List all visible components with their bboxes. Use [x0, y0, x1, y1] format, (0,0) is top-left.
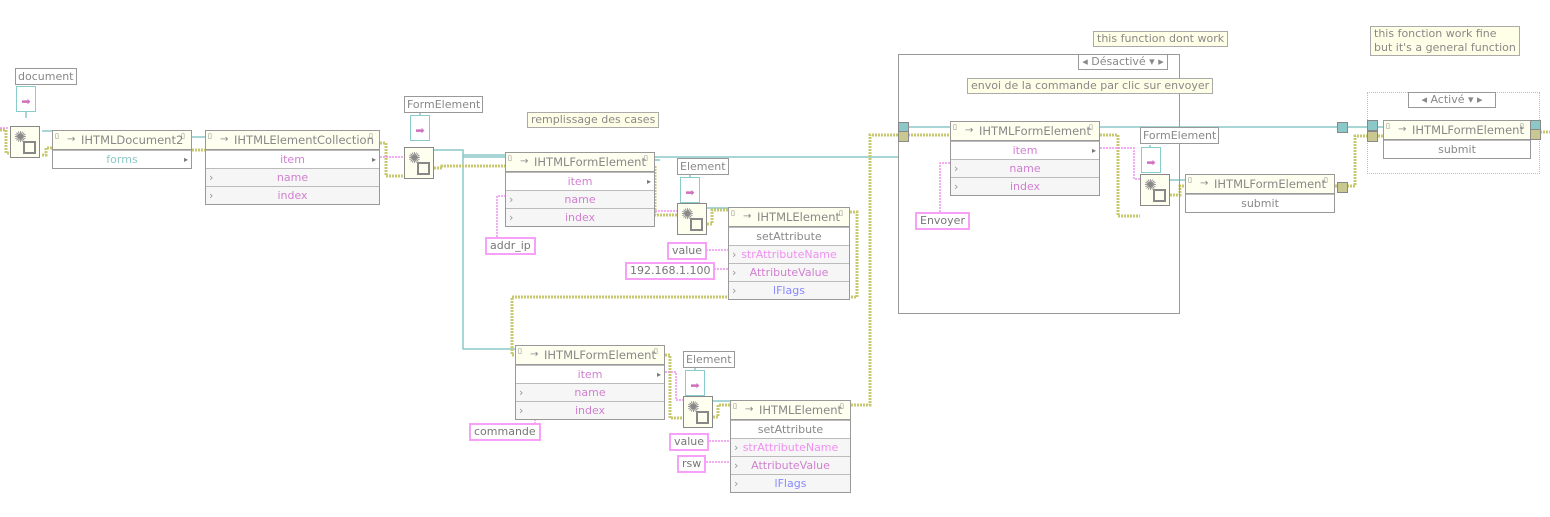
class-name-text: IHTMLFormElement: [534, 155, 646, 169]
property-item[interactable]: item: [516, 365, 664, 383]
string-constant-ip[interactable]: 192.168.1.100: [625, 262, 716, 280]
node-class-name: IHTMLFormElement▯▯: [506, 153, 654, 172]
class-refnum-icon[interactable]: ➡: [16, 86, 36, 112]
terminal-icon: ▯: [840, 402, 844, 410]
class-refnum-icon[interactable]: ➡: [680, 177, 700, 203]
comment-line: but it's a general function: [1374, 41, 1516, 54]
case-selector-disabled[interactable]: ◂ Désactivé ▾ ▸: [1078, 54, 1168, 70]
class-label-document: document: [15, 68, 77, 85]
class-label-element: Element: [677, 158, 729, 175]
terminal-icon: ▯: [644, 154, 648, 162]
class-label-element: Element: [683, 351, 735, 368]
terminal-icon: ▯: [518, 347, 522, 355]
class-name-text: IHTMLElement: [759, 403, 843, 417]
property-strAttributeName[interactable]: strAttributeName: [729, 245, 849, 263]
terminal-icon: ▯: [731, 209, 735, 217]
property-lFlags[interactable]: lFlags: [729, 281, 849, 299]
comment-line: this fonction work fine: [1374, 27, 1497, 40]
property-strAttributeName[interactable]: strAttributeName: [731, 438, 850, 456]
tunnel: [1337, 182, 1348, 193]
node-class-name: IHTMLElement▯▯: [729, 208, 849, 227]
property-name[interactable]: name: [206, 168, 379, 186]
node-class-name: IHTMLElement▯▯: [731, 401, 850, 420]
class-box-icon: [690, 218, 703, 231]
tunnel: [898, 131, 909, 142]
class-refnum-icon[interactable]: ➡: [685, 370, 705, 396]
property-index[interactable]: index: [206, 186, 379, 204]
terminal-icon: ▯: [1324, 176, 1328, 184]
terminal-icon: ▯: [839, 209, 843, 217]
string-constant-value[interactable]: value: [669, 433, 710, 451]
property-AttributeValue[interactable]: AttributeValue: [729, 263, 849, 281]
property-index[interactable]: index: [506, 208, 654, 226]
property-item[interactable]: item: [506, 172, 654, 190]
class-box-icon: [417, 162, 430, 175]
comment-work-fine: this fonction work fine but it's a genera…: [1370, 26, 1520, 56]
class-name-text: IHTMLFormElement: [544, 348, 656, 362]
property-name[interactable]: name: [516, 383, 664, 401]
tunnel: [1337, 122, 1348, 133]
comment-fill: remplissage des cases: [527, 112, 660, 128]
to-more-specific-class-node[interactable]: ✺: [683, 396, 713, 428]
property-lFlags[interactable]: lFlags: [731, 474, 850, 492]
property-node-form2[interactable]: IHTMLFormElement▯▯itemnameindex: [515, 345, 665, 420]
property-index[interactable]: index: [516, 401, 664, 419]
class-box-icon: [696, 411, 709, 424]
terminal-icon: ▯: [733, 402, 737, 410]
to-more-specific-class-node[interactable]: ✺: [10, 126, 40, 158]
string-constant-value[interactable]: value: [667, 242, 708, 260]
property-node-collection[interactable]: IHTMLElementCollection▯▯itemnameindex: [205, 130, 380, 205]
terminal-icon: ▯: [508, 154, 512, 162]
to-more-specific-class-node[interactable]: ✺: [677, 203, 707, 235]
comment-send: envoi de la commande par clic sur envoye…: [967, 78, 1214, 94]
class-label-formelement: FormElement: [404, 96, 484, 113]
class-box-icon: [23, 141, 36, 154]
property-forms[interactable]: forms: [53, 150, 191, 168]
class-refnum-icon[interactable]: ➡: [410, 115, 430, 141]
property-setAttribute[interactable]: setAttribute: [729, 227, 849, 245]
node-class-name: IHTMLFormElement▯▯: [516, 346, 664, 365]
property-node-elem2[interactable]: IHTMLElement▯▯setAttributestrAttributeNa…: [730, 400, 851, 493]
property-node-submit1[interactable]: IHTMLFormElement▯▯submit: [1185, 174, 1335, 213]
case-selector-enabled[interactable]: ◂ Activé ▾ ▸: [1408, 92, 1496, 108]
terminal-icon: ▯: [55, 132, 59, 140]
comment-not-work: this function dont work: [1093, 31, 1229, 47]
tunnel: [1367, 120, 1378, 131]
class-name-text: IHTMLElementCollection: [234, 133, 374, 147]
case-selector-label: Désactivé: [1091, 55, 1146, 68]
string-constant-commande[interactable]: commande: [469, 423, 541, 441]
to-more-specific-class-node[interactable]: ✺: [404, 147, 434, 179]
class-name-text: IHTMLDocument2: [81, 133, 184, 147]
string-constant-addr-ip[interactable]: addr_ip: [485, 237, 536, 255]
property-submit[interactable]: submit: [1186, 194, 1334, 212]
node-class-name: IHTMLFormElement▯▯: [1186, 175, 1334, 194]
terminal-icon: ▯: [654, 347, 658, 355]
string-constant-rsw[interactable]: rsw: [677, 455, 707, 473]
node-class-name: IHTMLDocument2▯▯: [53, 131, 191, 150]
terminal-icon: ▯: [181, 132, 185, 140]
tunnel: [1367, 131, 1378, 142]
class-label-formelement: FormElement: [1140, 127, 1220, 144]
terminal-icon: ▯: [1188, 176, 1192, 184]
terminal-icon: ▯: [208, 132, 212, 140]
property-AttributeValue[interactable]: AttributeValue: [731, 456, 850, 474]
class-name-text: IHTMLFormElement: [1214, 177, 1326, 191]
property-item[interactable]: item: [206, 150, 379, 168]
property-node-elem1[interactable]: IHTMLElement▯▯setAttributestrAttributeNa…: [728, 207, 850, 300]
property-node-form1[interactable]: IHTMLFormElement▯▯itemnameindex: [505, 152, 655, 227]
class-name-text: IHTMLElement: [757, 210, 841, 224]
case-selector-label: Activé: [1430, 93, 1465, 106]
string-constant-envoyer[interactable]: Envoyer: [915, 212, 970, 230]
property-node-doc2[interactable]: IHTMLDocument2▯▯forms: [52, 130, 192, 169]
node-class-name: IHTMLElementCollection▯▯: [206, 131, 379, 150]
property-name[interactable]: name: [506, 190, 654, 208]
tunnel: [1530, 129, 1541, 140]
terminal-icon: ▯: [369, 132, 373, 140]
property-setAttribute[interactable]: setAttribute: [731, 420, 850, 438]
